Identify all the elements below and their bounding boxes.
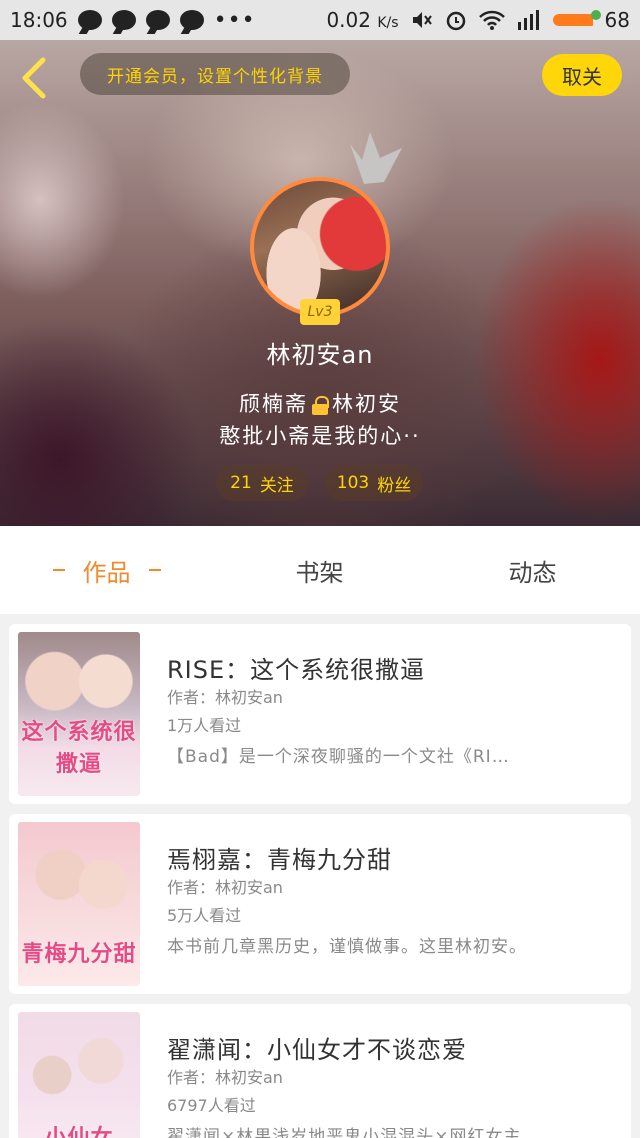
profile-tabs: 作品 书架 动态 — [0, 526, 640, 614]
battery-carrot-icon — [552, 10, 601, 26]
avatar[interactable] — [250, 177, 390, 317]
book-views: 1万人看过 — [167, 716, 242, 735]
tab-works[interactable]: 作品 — [0, 526, 213, 614]
book-cover: 这个系统很撒逼 — [18, 632, 140, 796]
lock-icon — [312, 396, 329, 415]
username: 林初安an — [266, 341, 374, 369]
notes-icon — [111, 10, 136, 30]
wifi-icon — [478, 10, 505, 30]
status-time: 18:06 — [10, 8, 68, 32]
network-speed: 0.02 K/s — [326, 8, 399, 32]
cover-title: 青梅九分甜 — [21, 942, 137, 967]
book-title: 翟潇闻：小仙女才不谈恋爱 — [167, 1036, 467, 1064]
back-button[interactable] — [14, 54, 54, 102]
tab-bookshelf-label: 书架 — [295, 558, 344, 587]
book-author: 作者：林初安an — [167, 688, 283, 707]
cover-title: 这个系统很撒逼 — [21, 720, 137, 777]
book-views: 6797人看过 — [167, 1096, 256, 1115]
book-author: 作者：林初安an — [167, 1068, 283, 1087]
message-icon — [179, 10, 204, 30]
message-icon — [145, 10, 170, 30]
more-notifications-icon: ••• — [213, 7, 256, 33]
tab-activity-label: 动态 — [508, 558, 557, 587]
vip-background-button[interactable]: 开通会员，设置个性化背景 — [80, 53, 350, 95]
battery-level: 68 — [604, 8, 630, 32]
status-bar: 18:06 ••• 0.02 K/s 68 — [0, 0, 640, 40]
fans-count-button[interactable]: 103 粉丝 — [325, 465, 423, 501]
following-count-button[interactable]: 21 关注 — [216, 465, 308, 501]
tab-activity[interactable]: 动态 — [426, 526, 639, 614]
active-indicator-left — [52, 569, 65, 571]
tab-works-label: 作品 — [82, 558, 131, 587]
book-title: 焉栩嘉：青梅九分甜 — [167, 846, 392, 874]
unfollow-button[interactable]: 取关 — [542, 54, 622, 96]
active-indicator-right — [148, 569, 161, 571]
bio-line-2: 憨批小斋是我的心·· — [219, 424, 421, 448]
book-title: RISE：这个系统很撒逼 — [167, 656, 426, 684]
book-cover: 小仙女 — [18, 1012, 140, 1138]
list-item[interactable]: 青梅九分甜 焉栩嘉：青梅九分甜 作者：林初安an 5万人看过 本书前几章黑历史，… — [9, 814, 631, 994]
list-item[interactable]: 小仙女 翟潇闻：小仙女才不谈恋爱 作者：林初安an 6797人看过 翟潇闻×林果… — [9, 1004, 631, 1138]
list-item[interactable]: 这个系统很撒逼 RISE：这个系统很撒逼 作者：林初安an 1万人看过 【Bad… — [9, 624, 631, 804]
profile-header: 开通会员，设置个性化背景 取关 Lv3 林初安an 颀楠斋 林初安 憨批小斋是我的… — [0, 40, 640, 526]
book-description: 翟潇闻×林果浅岁地恶鬼小混混头×网红女主 — [167, 1127, 522, 1138]
book-views: 5万人看过 — [167, 906, 242, 925]
message-icon — [77, 10, 102, 30]
tab-bookshelf[interactable]: 书架 — [213, 526, 426, 614]
book-author: 作者：林初安an — [167, 878, 283, 897]
level-badge: Lv3 — [300, 299, 340, 325]
mute-icon — [412, 12, 432, 28]
book-description: 本书前几章黑历史，谨慎做事。这里林初安。 — [167, 937, 527, 957]
alarm-icon — [446, 11, 465, 31]
book-cover: 青梅九分甜 — [18, 822, 140, 986]
signal-icon — [517, 10, 539, 30]
cover-title: 小仙女 — [18, 1120, 140, 1138]
book-description: 【Bad】是一个深夜聊骚的一个文社《RI… — [167, 747, 510, 767]
bio-line-1: 颀楠斋 林初安 — [239, 392, 401, 416]
chevron-left-icon — [22, 57, 46, 99]
